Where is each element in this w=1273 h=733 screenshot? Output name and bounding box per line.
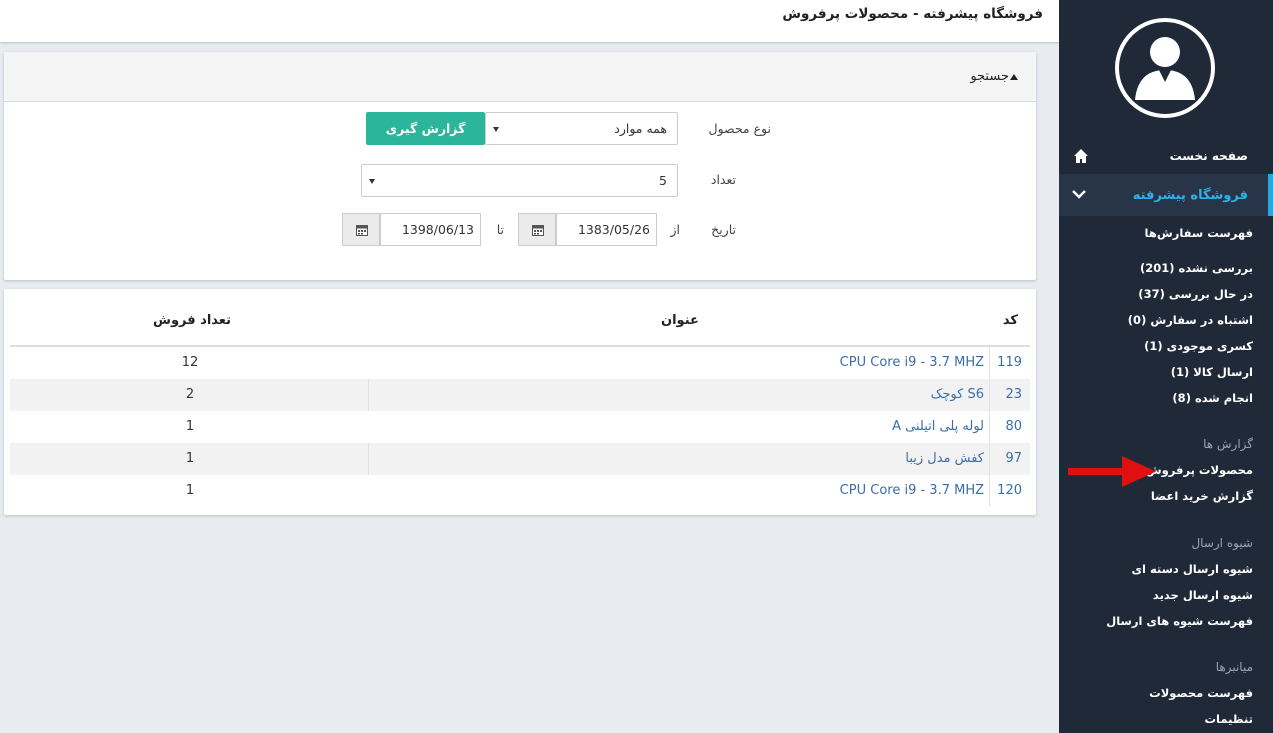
cell-code[interactable]: 120 xyxy=(997,483,1022,498)
table-row: 120 CPU Core i9 - 3.7 MHZ 1 xyxy=(10,475,1030,507)
user-icon xyxy=(1135,37,1195,100)
column-header-code: کد xyxy=(1002,313,1018,328)
red-arrow-annotation xyxy=(1068,456,1156,487)
sidebar-item-stock-shortage[interactable]: کسری موجودی (1) xyxy=(1144,339,1253,353)
sidebar-heading-shipping: شیوه ارسال xyxy=(1191,536,1253,550)
column-divider xyxy=(368,379,369,411)
column-divider xyxy=(989,443,990,475)
sidebar-item-label: صفحه نخست xyxy=(1169,149,1248,163)
sidebar-heading-shortcuts: میانبرها xyxy=(1215,660,1253,674)
avatar[interactable] xyxy=(1115,18,1215,118)
product-type-value: همه موارد xyxy=(614,121,667,136)
chevron-down-icon xyxy=(1072,190,1086,199)
calendar-icon xyxy=(356,225,368,236)
report-button[interactable]: گزارش گیری xyxy=(366,112,485,145)
to-date-value: 1398/06/13 xyxy=(401,222,474,237)
count-label: تعداد xyxy=(710,172,736,187)
column-header-sales: تعداد فروش xyxy=(153,313,231,328)
column-divider xyxy=(989,379,990,411)
column-header-title: عنوان xyxy=(661,313,699,328)
cell-title[interactable]: لوله پلی اتیلنی A xyxy=(892,419,984,434)
page-title: فروشگاه پیشرفته - محصولات پرفروش xyxy=(782,6,1043,22)
column-divider xyxy=(989,347,990,379)
sidebar-item-products-list[interactable]: فهرست محصولات xyxy=(1149,686,1253,700)
date-label: تاریخ xyxy=(711,222,736,237)
cell-title[interactable]: CPU Core i9 - 3.7 MHZ xyxy=(840,355,984,370)
from-date-value: 1383/05/26 xyxy=(577,222,650,237)
cell-title[interactable]: کفش مدل زیبا xyxy=(905,451,984,466)
table-row: 97 کفش مدل زیبا 1 xyxy=(10,443,1030,475)
home-icon xyxy=(1074,149,1088,163)
to-calendar-button[interactable] xyxy=(342,213,380,246)
from-date-input[interactable]: 1383/05/26 xyxy=(556,213,657,246)
sidebar-item-unreviewed[interactable]: بررسی نشده (201) xyxy=(1140,261,1253,275)
count-value: 5 xyxy=(659,173,667,188)
sidebar-item-new-shipping[interactable]: شیوه ارسال جدید xyxy=(1153,588,1253,602)
from-label: از xyxy=(670,222,680,237)
sidebar-item-order-error[interactable]: اشتباه در سفارش (0) xyxy=(1128,313,1253,327)
cell-sales: 12 xyxy=(181,355,199,370)
sidebar-item-orders-list[interactable]: فهرست سفارش‌ها xyxy=(1145,226,1253,240)
cell-code[interactable]: 80 xyxy=(1005,419,1022,434)
from-calendar-button[interactable] xyxy=(518,213,556,246)
sidebar-item-shipping-list[interactable]: فهرست شیوه های ارسال xyxy=(1106,614,1253,628)
sidebar-item-member-purchases[interactable]: گزارش خرید اعضا xyxy=(1151,489,1253,503)
column-divider xyxy=(368,443,369,475)
cell-sales: 2 xyxy=(185,387,195,402)
search-panel-header[interactable]: جستجو xyxy=(4,52,1036,102)
sidebar-item-shipping[interactable]: ارسال کالا (1) xyxy=(1171,365,1253,379)
caret-up-icon xyxy=(1010,74,1018,80)
sidebar-item-bestsellers[interactable]: محصولات پرفروش xyxy=(1146,463,1253,477)
sidebar-heading-reports: گزارش ها xyxy=(1203,437,1253,451)
to-label: تا xyxy=(496,222,504,237)
product-type-select[interactable]: همه موارد xyxy=(485,112,678,145)
cell-sales: 1 xyxy=(185,483,195,498)
column-divider xyxy=(989,411,990,443)
cell-sales: 1 xyxy=(185,419,195,434)
search-panel-title: جستجو xyxy=(970,69,1009,84)
calendar-icon xyxy=(532,225,544,236)
dropdown-arrow-icon xyxy=(369,179,375,184)
table-row: 119 CPU Core i9 - 3.7 MHZ 12 xyxy=(10,347,1030,379)
cell-code[interactable]: 23 xyxy=(1005,387,1022,402)
column-divider xyxy=(989,475,990,507)
dropdown-arrow-icon xyxy=(493,127,499,132)
results-table: کد عنوان تعداد فروش 119 CPU Core i9 - 3.… xyxy=(4,289,1036,515)
sidebar-item-bulk-shipping[interactable]: شیوه ارسال دسته ای xyxy=(1131,562,1253,576)
sidebar-item-reviewing[interactable]: در حال بررسی (37) xyxy=(1138,287,1253,301)
cell-sales: 1 xyxy=(185,451,195,466)
sidebar-item-label: فروشگاه پیشرفته xyxy=(1132,187,1248,203)
product-type-label: نوع محصول xyxy=(708,121,771,136)
table-row: 23 S6 کوچک 2 xyxy=(10,379,1030,411)
to-date-input[interactable]: 1398/06/13 xyxy=(380,213,481,246)
top-bar: فروشگاه پیشرفته - محصولات پرفروش xyxy=(0,0,1059,42)
sidebar-item-completed[interactable]: انجام شده (8) xyxy=(1172,391,1253,405)
cell-title[interactable]: CPU Core i9 - 3.7 MHZ xyxy=(840,483,984,498)
cell-code[interactable]: 119 xyxy=(997,355,1022,370)
cell-code[interactable]: 97 xyxy=(1005,451,1022,466)
search-panel: جستجو نوع محصول همه موارد گزارش گیری تعد… xyxy=(4,52,1036,280)
sidebar-item-settings[interactable]: تنظیمات xyxy=(1205,712,1254,726)
cell-title[interactable]: S6 کوچک xyxy=(931,387,984,402)
sidebar: صفحه نخست فروشگاه پیشرفته فهرست سفارش‌ها… xyxy=(1059,0,1273,733)
table-row: 80 لوله پلی اتیلنی A 1 xyxy=(10,411,1030,443)
sidebar-item-advanced-shop[interactable]: فروشگاه پیشرفته xyxy=(1059,174,1273,216)
sidebar-item-home[interactable]: صفحه نخست xyxy=(1059,140,1273,172)
count-select[interactable]: 5 xyxy=(361,164,678,197)
